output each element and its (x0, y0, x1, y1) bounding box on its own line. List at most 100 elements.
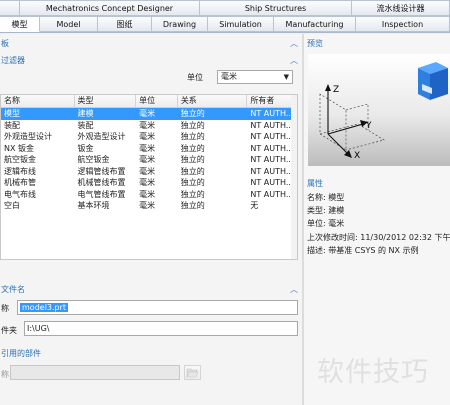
table-cell: 钣金 (77, 143, 94, 153)
table-cell: 装配 (77, 120, 94, 130)
property-row: 描述: 带基准 CSYS 的 NX 示例 (307, 245, 419, 256)
table-row[interactable]: 外观造型设计 外观造型设计 毫米 独立的 NT AUTH... (1, 131, 297, 143)
filter-section-header[interactable]: 过滤器 ︿ (0, 53, 302, 67)
preview-section-header[interactable]: 预览 (306, 36, 450, 50)
table-row[interactable]: 机械布管 机械管线布置 毫米 独立的 NT AUTH... (1, 177, 297, 189)
tab-line-designer[interactable]: 流水线设计器 (352, 0, 450, 16)
table-cell: 外观造型设计 (4, 132, 52, 141)
table-cell: 逻辑布线 (4, 166, 36, 176)
folder-open-icon (186, 368, 199, 378)
table-cell: NT AUTH... (250, 166, 294, 176)
properties-section-header[interactable]: 属性 (306, 176, 450, 190)
column-header-name[interactable]: 名称 (1, 95, 75, 107)
property-value: 模型 (328, 193, 345, 202)
tab-model[interactable]: Model (40, 16, 98, 32)
tab-inspection[interactable]: Inspection (356, 16, 450, 32)
property-value: 带基准 CSYS 的 NX 示例 (328, 246, 419, 255)
tab-label: 流水线设计器 (376, 3, 425, 13)
column-header-unit[interactable]: 单位 (136, 95, 178, 107)
file-name-value: model3.prt (20, 303, 69, 312)
chevron-up-icon[interactable]: ︿ (290, 38, 298, 49)
table-row[interactable]: 空白 基本环境 毫米 独立的 无 (1, 200, 297, 212)
dropdown-arrow-icon: ▼ (283, 73, 289, 81)
table-cell: NT AUTH... (250, 189, 294, 199)
tab-label: Simulation (219, 19, 262, 29)
table-cell: 机械管线布置 (77, 178, 126, 187)
tab-model-cn[interactable]: 模型 (0, 16, 40, 32)
table-cell: 独立的 (180, 120, 205, 130)
folder-input[interactable]: I:\UG\ (24, 321, 298, 336)
chevron-up-icon[interactable]: ︿ (290, 284, 298, 295)
tab-label: Model (56, 19, 81, 29)
table-cell: 毫米 (139, 155, 156, 164)
section-title: 板 (1, 38, 9, 48)
tab-label: 图纸 (116, 19, 133, 29)
template-table: 名称 类型 单位 关系 所有者 模型 建模 毫米 独立的 NT AUTH... 装配 装配毫… (0, 94, 298, 260)
tab-label: Inspection (381, 19, 424, 29)
property-label: 上次修改时间: (307, 233, 358, 242)
axis-x-label: X (354, 151, 360, 161)
property-row: 类型: 建模 (307, 205, 344, 216)
folder-label: 件夹 (1, 326, 17, 335)
tab-label: Manufacturing (285, 19, 344, 29)
table-cell: NT AUTH... (250, 120, 294, 130)
column-header-type[interactable]: 类型 (75, 95, 137, 107)
table-body: 模型 建模 毫米 独立的 NT AUTH... 装配 装配 毫米 独立的 NT AUTH... 外观… (1, 108, 297, 212)
referenced-name-label: 称 (1, 370, 9, 379)
section-title: 引用的部件 (1, 348, 41, 358)
table-cell: 外观造型设计 (77, 132, 126, 141)
table-cell: NT AUTH... (250, 143, 294, 153)
new-file-section-header[interactable]: 文件名 ︿ (0, 282, 302, 296)
table-row[interactable]: 电气布线 电气管线布置 毫米 独立的 NT AUTH... (1, 189, 297, 201)
tab-mechatronics[interactable]: Mechatronics Concept Designer (20, 0, 200, 16)
tab-label: Mechatronics Concept Designer (45, 3, 174, 13)
folder-value: I:\UG\ (27, 324, 50, 333)
table-cell: 空白 (4, 201, 20, 210)
table-cell: 独立的 (180, 155, 205, 164)
table-cell: 基本环境 (77, 201, 110, 210)
column-header-relation[interactable]: 关系 (178, 95, 248, 107)
tab-label: Ship Structures (244, 3, 307, 13)
table-cell: 毫米 (139, 178, 156, 187)
table-cell: NT AUTH... (250, 155, 294, 164)
table-cell: 毫米 (139, 166, 156, 176)
table-cell: 独立的 (180, 132, 205, 141)
tab-drawing[interactable]: Drawing (152, 16, 208, 32)
table-row[interactable]: 模型 建模 毫米 独立的 NT AUTH... (1, 108, 297, 120)
axis-z-label: Z (333, 85, 339, 95)
templates-section-header[interactable]: 板 ︿ (0, 36, 302, 50)
table-cell: 电气管线布置 (77, 189, 126, 199)
table-row[interactable]: 装配 装配 毫米 独立的 NT AUTH... (1, 120, 297, 132)
chevron-up-icon[interactable]: ︿ (290, 55, 298, 66)
unit-dropdown-value: 毫米 (221, 72, 237, 81)
table-cell: NX 钣金 (4, 143, 35, 153)
tab-simulation[interactable]: Simulation (208, 16, 274, 32)
table-cell: 毫米 (139, 132, 156, 141)
table-cell: 逻辑管线布置 (77, 166, 126, 176)
tab-blank[interactable] (0, 0, 20, 16)
tab-manufacturing[interactable]: Manufacturing (274, 16, 356, 32)
referenced-part-section-header[interactable]: 引用的部件 (0, 346, 302, 360)
tab-label: Drawing (162, 19, 197, 29)
file-name-label: 称 (1, 304, 9, 313)
table-cell: 建模 (77, 109, 94, 118)
section-title: 过滤器 (1, 55, 25, 65)
table-row[interactable]: 逻辑布线 逻辑管线布置 毫米 独立的 NT AUTH... (1, 166, 297, 178)
table-scrollbar[interactable] (291, 95, 297, 259)
property-label: 类型: (307, 206, 326, 215)
unit-dropdown[interactable]: 毫米 ▼ (217, 70, 293, 84)
file-name-input[interactable]: model3.prt (17, 300, 298, 315)
table-cell: 无 (250, 201, 259, 210)
table-row[interactable]: 航空钣金 航空钣金 毫米 独立的 NT AUTH... (1, 154, 297, 166)
table-row[interactable]: NX 钣金 钣金 毫米 独立的 NT AUTH... (1, 143, 297, 155)
tab-drawing-cn[interactable]: 图纸 (98, 16, 152, 32)
property-label: 名称: (307, 193, 326, 202)
tab-ship-structures[interactable]: Ship Structures (200, 0, 352, 16)
table-cell: 独立的 (180, 166, 205, 176)
column-header-owner[interactable]: 所有者 (247, 95, 297, 107)
referenced-part-input (10, 365, 180, 380)
table-cell: 毫米 (139, 143, 156, 153)
table-cell: 独立的 (180, 189, 205, 199)
table-cell: 独立的 (180, 178, 205, 187)
property-value: 毫米 (328, 219, 345, 228)
